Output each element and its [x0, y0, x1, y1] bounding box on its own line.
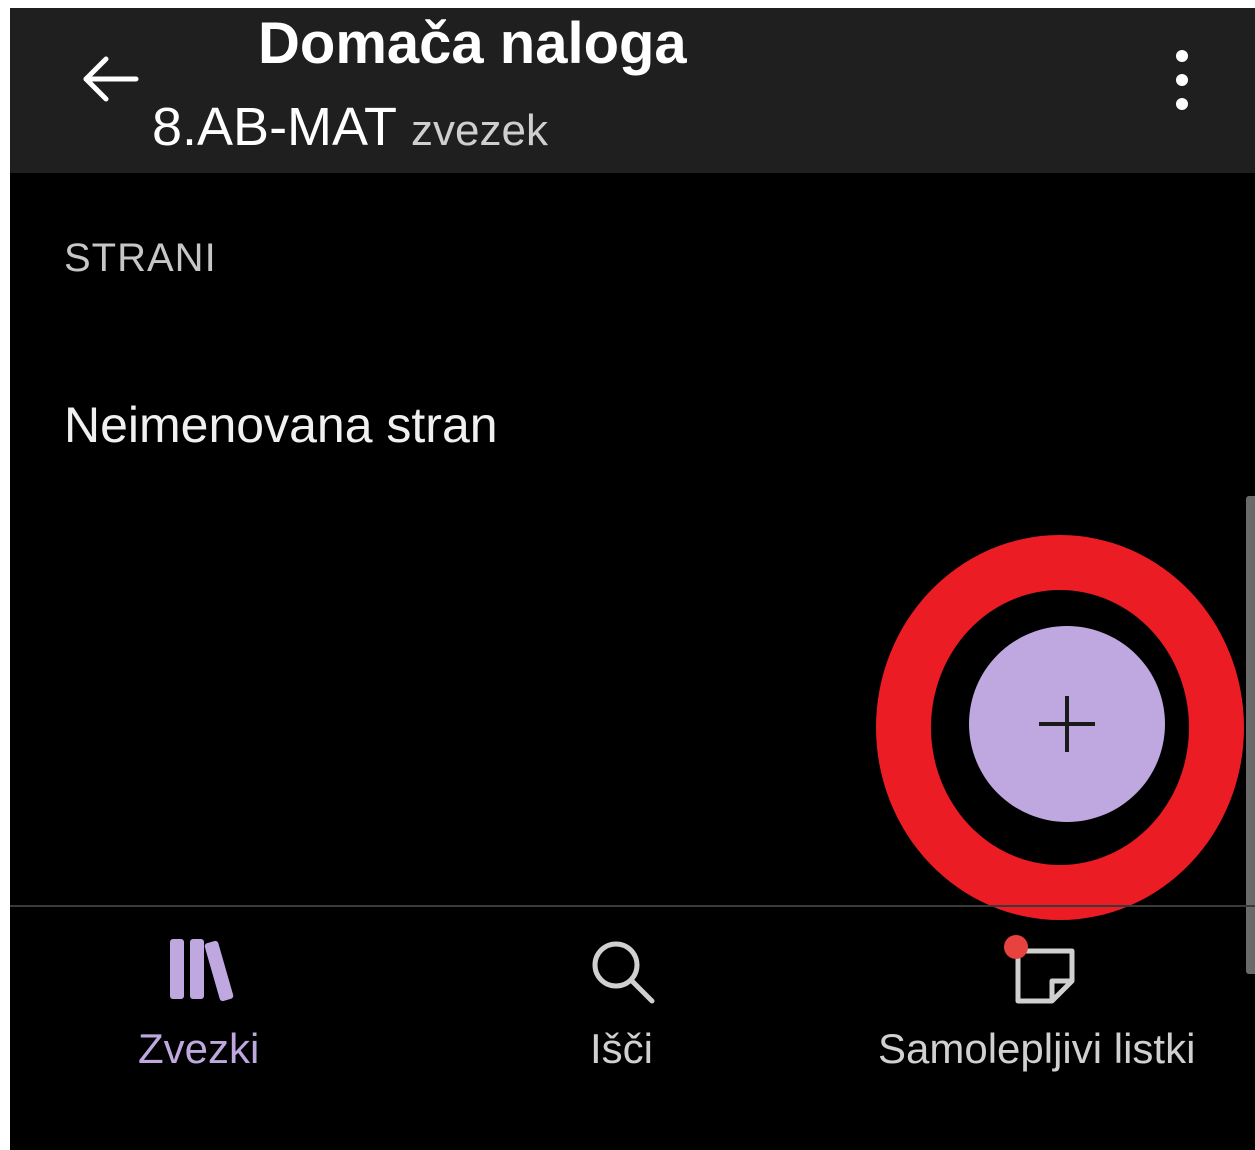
nav-label-search: Išči — [590, 1025, 653, 1072]
nav-label-sticky-notes: Samolepljivi listki — [878, 1025, 1196, 1072]
notification-badge — [1004, 935, 1028, 959]
page-list-item[interactable]: Neimenovana stran — [64, 396, 498, 454]
phone-screen: Domača naloga 8.AB-MAT zvezek STRANI Neim… — [10, 8, 1255, 1150]
plus-icon — [1039, 696, 1095, 752]
notebooks-icon — [170, 939, 234, 1002]
arrow-left-icon — [83, 56, 139, 102]
back-button[interactable] — [70, 46, 150, 112]
nav-item-notebooks[interactable]: Zvezki — [110, 907, 300, 1097]
scroll-edge-indicator — [1246, 496, 1255, 974]
search-icon — [592, 941, 655, 1004]
notebook-subtitle: 8.AB-MAT zvezek — [152, 96, 548, 158]
app-bar: Domača naloga 8.AB-MAT zvezek — [10, 8, 1255, 173]
bottom-navigation: Zvezki Išči Samolepljivi listki — [10, 907, 1255, 1150]
sticky-note-icon — [1004, 935, 1075, 1004]
nav-item-sticky-notes[interactable]: Samolepljivi listki — [860, 907, 1220, 1097]
more-options-button[interactable] — [1160, 44, 1204, 116]
nav-item-search[interactable]: Išči — [550, 907, 700, 1097]
notebook-type-label: zvezek — [411, 106, 548, 155]
notebook-name: 8.AB-MAT — [152, 97, 398, 157]
nav-label-notebooks: Zvezki — [138, 1025, 260, 1072]
add-page-button[interactable] — [969, 626, 1165, 822]
page-title: Domača naloga — [258, 11, 687, 76]
more-vertical-icon — [1176, 50, 1188, 110]
pages-section-header: STRANI — [64, 236, 217, 280]
